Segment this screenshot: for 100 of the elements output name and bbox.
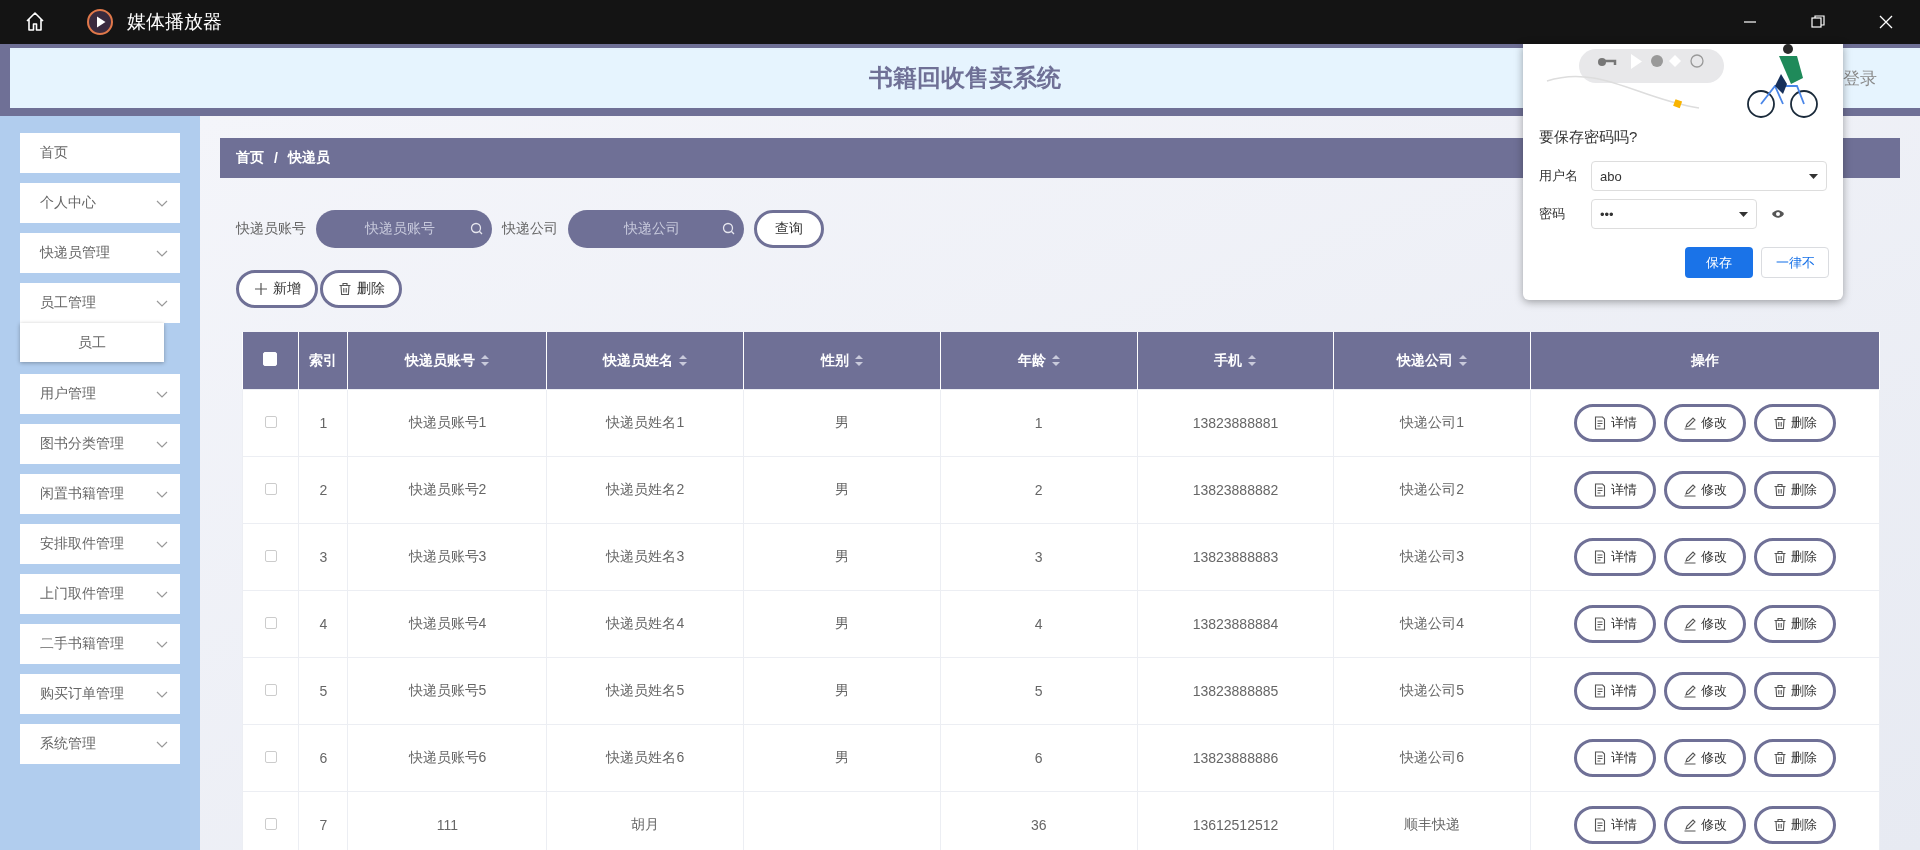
table-cell: 2 bbox=[1034, 482, 1043, 498]
sidebar-item[interactable]: 上门取件管理 bbox=[20, 574, 180, 614]
table-cell: 快递员姓名3 bbox=[606, 548, 685, 564]
delete-button[interactable]: 删除 bbox=[320, 270, 402, 308]
table-cell: 36 bbox=[1030, 817, 1047, 833]
field-label: 密码 bbox=[1539, 205, 1566, 223]
column-header[interactable]: 快递公司 bbox=[1397, 351, 1468, 370]
never-button[interactable]: 一律不 bbox=[1761, 247, 1829, 278]
table-cell: 快递员账号6 bbox=[408, 749, 487, 765]
field-label: 快递员账号 bbox=[236, 220, 306, 238]
edit-button[interactable]: 修改 bbox=[1664, 672, 1746, 710]
table-cell: 快递公司6 bbox=[1400, 749, 1465, 765]
table-cell: 快递员账号2 bbox=[408, 481, 487, 497]
delete-button[interactable]: 删除 bbox=[1754, 538, 1836, 576]
table-cell: 快递员账号5 bbox=[408, 682, 487, 698]
column-header[interactable]: 快递员姓名 bbox=[603, 351, 688, 370]
sidebar-item[interactable]: 员工管理 bbox=[20, 283, 180, 323]
delete-button[interactable]: 删除 bbox=[1754, 739, 1836, 777]
table-cell: 快递公司1 bbox=[1400, 414, 1465, 430]
dialog-title: 要保存密码吗? bbox=[1539, 128, 1639, 147]
table-cell: 快递公司2 bbox=[1400, 481, 1465, 497]
sidebar-item[interactable]: 用户管理 bbox=[20, 374, 180, 414]
sidebar-item[interactable]: 首页 bbox=[20, 133, 180, 173]
table-cell: 2 bbox=[319, 482, 328, 498]
edit-button[interactable]: 修改 bbox=[1664, 538, 1746, 576]
table-cell: 胡月 bbox=[631, 816, 660, 832]
sidebar-item[interactable]: 闲置书籍管理 bbox=[20, 474, 180, 514]
delete-button[interactable]: 删除 bbox=[1754, 672, 1836, 710]
table-cell: 快递公司4 bbox=[1400, 615, 1465, 631]
table-cell: 13612512512 bbox=[1192, 817, 1279, 833]
add-button[interactable]: 新增 bbox=[236, 270, 318, 308]
table-cell: 男 bbox=[835, 615, 849, 631]
edit-button[interactable]: 修改 bbox=[1664, 404, 1746, 442]
delete-button[interactable]: 删除 bbox=[1754, 605, 1836, 643]
table-cell: 男 bbox=[835, 682, 849, 698]
column-header[interactable]: 年龄 bbox=[1017, 351, 1060, 370]
sidebar-item[interactable]: 图书分类管理 bbox=[20, 424, 180, 464]
detail-button[interactable]: 详情 bbox=[1574, 404, 1656, 442]
sidebar-item[interactable]: 个人中心 bbox=[20, 183, 180, 223]
table-cell: 快递员账号4 bbox=[408, 615, 487, 631]
table-cell: 7 bbox=[319, 817, 328, 833]
breadcrumb-item[interactable]: 快递员 bbox=[287, 149, 330, 167]
column-header: 索引 bbox=[309, 351, 338, 370]
table-cell: 13823888881 bbox=[1192, 415, 1279, 431]
field-label: 用户名 bbox=[1539, 167, 1579, 185]
table-cell: 快递员账号3 bbox=[408, 548, 487, 564]
edit-button[interactable]: 修改 bbox=[1664, 806, 1746, 844]
sidebar-item[interactable]: 系统管理 bbox=[20, 724, 180, 764]
table-cell: 快递员账号1 bbox=[408, 414, 487, 430]
sidebar-item[interactable]: 安排取件管理 bbox=[20, 524, 180, 564]
window-title: 媒体播放器 bbox=[127, 10, 222, 34]
table-cell: 快递员姓名4 bbox=[606, 615, 685, 631]
table-cell: 快递公司5 bbox=[1400, 682, 1465, 698]
table-cell: 6 bbox=[319, 750, 328, 766]
breadcrumb-separator: / bbox=[274, 150, 278, 166]
breadcrumb-item[interactable]: 首页 bbox=[236, 149, 264, 167]
column-header: 操作 bbox=[1691, 351, 1719, 370]
table-cell: 111 bbox=[436, 817, 459, 833]
table-cell: 5 bbox=[319, 683, 328, 699]
detail-button[interactable]: 详情 bbox=[1574, 739, 1656, 777]
table-cell: 13823888884 bbox=[1192, 616, 1279, 632]
table-cell: 快递公司3 bbox=[1400, 548, 1465, 564]
table-cell: 3 bbox=[319, 549, 328, 565]
table-cell: 男 bbox=[835, 414, 849, 430]
column-header[interactable]: 快递员账号 bbox=[405, 351, 490, 370]
edit-button[interactable]: 修改 bbox=[1664, 739, 1746, 777]
table-cell: 6 bbox=[1034, 750, 1043, 766]
password-field[interactable]: ••• bbox=[1591, 199, 1757, 229]
table-cell: 13823888883 bbox=[1192, 549, 1279, 565]
detail-button[interactable]: 详情 bbox=[1574, 471, 1656, 509]
table-cell: 4 bbox=[319, 616, 328, 632]
sidebar-item[interactable]: 快递员管理 bbox=[20, 233, 180, 273]
table-cell: 快递员姓名6 bbox=[606, 749, 685, 765]
submenu-item[interactable]: 员工 bbox=[20, 323, 164, 362]
table-cell: 男 bbox=[835, 749, 849, 765]
detail-button[interactable]: 详情 bbox=[1574, 806, 1656, 844]
column-header[interactable]: 性别 bbox=[821, 351, 863, 370]
table-cell: 快递员姓名5 bbox=[606, 682, 685, 698]
table-cell: 13823888886 bbox=[1192, 750, 1279, 766]
sidebar-item[interactable]: 购买订单管理 bbox=[20, 674, 180, 714]
delete-button[interactable]: 删除 bbox=[1754, 471, 1836, 509]
edit-button[interactable]: 修改 bbox=[1664, 605, 1746, 643]
delete-button[interactable]: 删除 bbox=[1754, 404, 1836, 442]
table-cell: 1 bbox=[319, 415, 328, 431]
column-header[interactable]: 手机 bbox=[1214, 351, 1257, 370]
table-cell: 4 bbox=[1034, 616, 1043, 632]
sidebar-item[interactable]: 二手书籍管理 bbox=[20, 624, 180, 664]
table-cell: 3 bbox=[1034, 549, 1043, 565]
delete-button[interactable]: 删除 bbox=[1754, 806, 1836, 844]
detail-button[interactable]: 详情 bbox=[1574, 672, 1656, 710]
system-title: 书籍回收售卖系统 bbox=[869, 63, 1061, 93]
table-cell: 快递员姓名1 bbox=[606, 414, 685, 430]
detail-button[interactable]: 详情 bbox=[1574, 538, 1656, 576]
username-field[interactable]: abo bbox=[1591, 161, 1827, 191]
edit-button[interactable]: 修改 bbox=[1664, 471, 1746, 509]
save-button[interactable]: 保存 bbox=[1685, 247, 1753, 278]
table-cell: 顺丰快递 bbox=[1404, 816, 1461, 832]
query-button[interactable]: 查询 bbox=[754, 210, 824, 248]
table-cell: 13823888882 bbox=[1192, 482, 1279, 498]
detail-button[interactable]: 详情 bbox=[1574, 605, 1656, 643]
